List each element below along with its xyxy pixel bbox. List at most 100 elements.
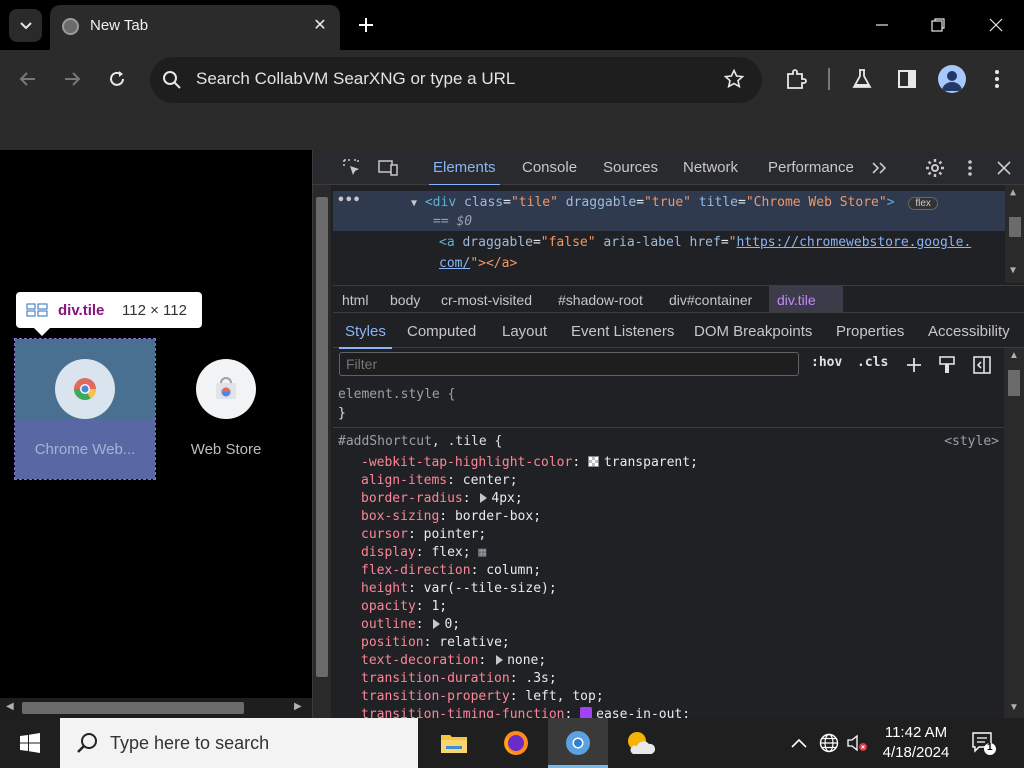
device-toolbar-button[interactable] <box>377 157 399 179</box>
menu-button[interactable] <box>982 64 1012 94</box>
css-declaration[interactable]: -webkit-tap-highlight-color: transparent… <box>361 455 698 470</box>
css-declaration[interactable]: height: var(--tile-size); <box>361 581 557 596</box>
dom-tree-scrollbar[interactable]: ▲ ▼ <box>1005 185 1024 283</box>
expand-triangle-icon[interactable] <box>496 655 504 665</box>
tab-network[interactable]: Network <box>683 159 738 176</box>
flex-badge[interactable]: flex <box>908 197 938 210</box>
scrollbar-thumb[interactable] <box>22 702 244 714</box>
subtab-styles[interactable]: Styles <box>339 323 392 349</box>
color-swatch-icon[interactable] <box>587 456 599 467</box>
scrollbar-thumb[interactable] <box>1008 370 1020 396</box>
side-panel-button[interactable] <box>892 64 922 94</box>
devtools-menu-button[interactable] <box>959 157 981 179</box>
expand-triangle-icon[interactable] <box>433 619 441 629</box>
toggle-sidebar-button[interactable] <box>971 354 993 376</box>
volume-button[interactable] <box>846 732 868 754</box>
back-button[interactable] <box>11 62 45 96</box>
styles-filter-input[interactable] <box>339 352 799 376</box>
rendering-emulation-button[interactable] <box>936 354 958 376</box>
shortcut-tile-chrome-web-store[interactable]: Chrome Web... <box>14 338 156 480</box>
shortcut-tile-web-store[interactable]: Web Store <box>156 339 296 479</box>
node-actions-ellipsis[interactable]: ••• <box>337 193 360 208</box>
show-hidden-icons-button[interactable] <box>788 732 810 754</box>
forward-button[interactable] <box>55 62 89 96</box>
css-declaration[interactable]: align-items: center; <box>361 473 518 488</box>
css-declaration[interactable]: transition-timing-function: ease-in-out; <box>361 707 690 718</box>
taskbar-chrome[interactable] <box>548 718 608 768</box>
cls-toggle[interactable]: .cls <box>857 355 888 370</box>
breadcrumb-cr-most-visited[interactable]: cr-most-visited <box>441 292 532 308</box>
system-clock[interactable]: 11:42 AM 4/18/2024 <box>870 723 962 763</box>
css-declaration[interactable]: outline: 0; <box>361 617 460 632</box>
start-button[interactable] <box>0 718 60 768</box>
scroll-up-arrow-icon[interactable]: ▲ <box>1010 187 1016 198</box>
close-tab-icon[interactable]: ✕ <box>310 15 330 35</box>
css-declaration[interactable]: flex-direction: column; <box>361 563 541 578</box>
subtab-properties[interactable]: Properties <box>836 323 904 340</box>
expand-triangle-icon[interactable]: ▼ <box>411 198 417 209</box>
devtools-settings-button[interactable] <box>924 157 946 179</box>
devtools-close-button[interactable] <box>993 157 1015 179</box>
href-link[interactable]: https://chromewebstore.google. <box>736 235 971 250</box>
subtab-computed[interactable]: Computed <box>407 323 476 340</box>
devtools-left-scrollbar[interactable] <box>313 185 331 718</box>
page-horizontal-scrollbar[interactable]: ◀ ▶ <box>0 698 312 718</box>
restore-button[interactable] <box>918 8 958 42</box>
scrollbar-thumb[interactable] <box>316 197 328 677</box>
css-declaration[interactable]: cursor: pointer; <box>361 527 486 542</box>
profile-avatar[interactable] <box>938 65 966 93</box>
flexbox-editor-icon[interactable]: ▦ <box>478 545 486 560</box>
dom-tree[interactable]: ••• ▼ <div class="tile" draggable="true"… <box>333 185 1024 283</box>
element-style-rule[interactable]: element.style { <box>338 387 455 402</box>
tab-performance[interactable]: Performance <box>768 159 854 176</box>
tab-new-tab[interactable]: New Tab ✕ <box>50 5 340 50</box>
new-style-rule-button[interactable] <box>903 354 925 376</box>
rule-origin-link[interactable]: <style> <box>944 434 999 449</box>
breadcrumb-html[interactable]: html <box>342 292 368 308</box>
more-tabs-button[interactable] <box>868 157 890 179</box>
scroll-down-arrow-icon[interactable]: ▼ <box>1010 265 1016 276</box>
minimize-button[interactable] <box>862 8 902 42</box>
subtab-event-listeners[interactable]: Event Listeners <box>571 323 674 340</box>
taskbar-search-box[interactable]: Type here to search <box>60 718 418 768</box>
css-declaration[interactable]: transition-property: left, top; <box>361 689 604 704</box>
tab-search-button[interactable] <box>9 9 42 42</box>
taskbar-firefox[interactable] <box>486 718 546 768</box>
css-declaration[interactable]: opacity: 1; <box>361 599 447 614</box>
breadcrumb-div-container[interactable]: div#container <box>669 292 752 308</box>
dom-node-anchor[interactable]: <a draggable="false" aria-label href="ht… <box>439 235 971 250</box>
css-declaration[interactable]: border-radius: 4px; <box>361 491 523 506</box>
breadcrumb-shadow-root[interactable]: #shadow-root <box>558 292 643 308</box>
href-link[interactable]: com/ <box>439 256 470 271</box>
extensions-button[interactable] <box>781 64 811 94</box>
scrollbar-thumb[interactable] <box>1009 217 1021 237</box>
tab-console[interactable]: Console <box>522 159 577 176</box>
easing-editor-icon[interactable] <box>580 707 593 718</box>
styles-pane[interactable]: element.style { } #addShortcut, .tile { … <box>333 382 1005 718</box>
omnibox[interactable]: Search CollabVM SearXNG or type a URL <box>150 57 762 103</box>
inspect-element-button[interactable] <box>341 157 363 179</box>
hov-toggle[interactable]: :hov <box>811 355 842 370</box>
scroll-up-arrow-icon[interactable]: ▲ <box>1009 350 1019 361</box>
dom-node-div-tile[interactable]: ▼ <div class="tile" draggable="true" tit… <box>411 195 938 210</box>
css-declaration[interactable]: position: relative; <box>361 635 510 650</box>
css-declaration[interactable]: display: flex; ▦ <box>361 545 486 560</box>
taskbar-file-explorer[interactable] <box>424 718 484 768</box>
scroll-down-arrow-icon[interactable]: ▼ <box>1009 702 1019 713</box>
labs-button[interactable] <box>847 64 877 94</box>
subtab-accessibility[interactable]: Accessibility <box>928 323 1010 340</box>
tile-rule-selector[interactable]: #addShortcut, .tile { <box>338 434 502 449</box>
network-button[interactable] <box>818 732 840 754</box>
taskbar-weather[interactable] <box>610 718 670 768</box>
tab-sources[interactable]: Sources <box>603 159 658 176</box>
close-window-button[interactable] <box>976 8 1016 42</box>
scroll-right-arrow-icon[interactable]: ▶ <box>294 701 302 712</box>
breadcrumb-body[interactable]: body <box>390 292 420 308</box>
css-declaration[interactable]: box-sizing: border-box; <box>361 509 541 524</box>
subtab-layout[interactable]: Layout <box>502 323 547 340</box>
star-icon[interactable] <box>724 69 744 89</box>
breadcrumb-div-tile[interactable]: div.tile <box>777 292 816 308</box>
new-tab-button[interactable] <box>352 11 380 39</box>
styles-pane-scrollbar[interactable]: ▲ ▼ <box>1004 348 1024 718</box>
notification-center-button[interactable]: 1 <box>970 730 996 756</box>
